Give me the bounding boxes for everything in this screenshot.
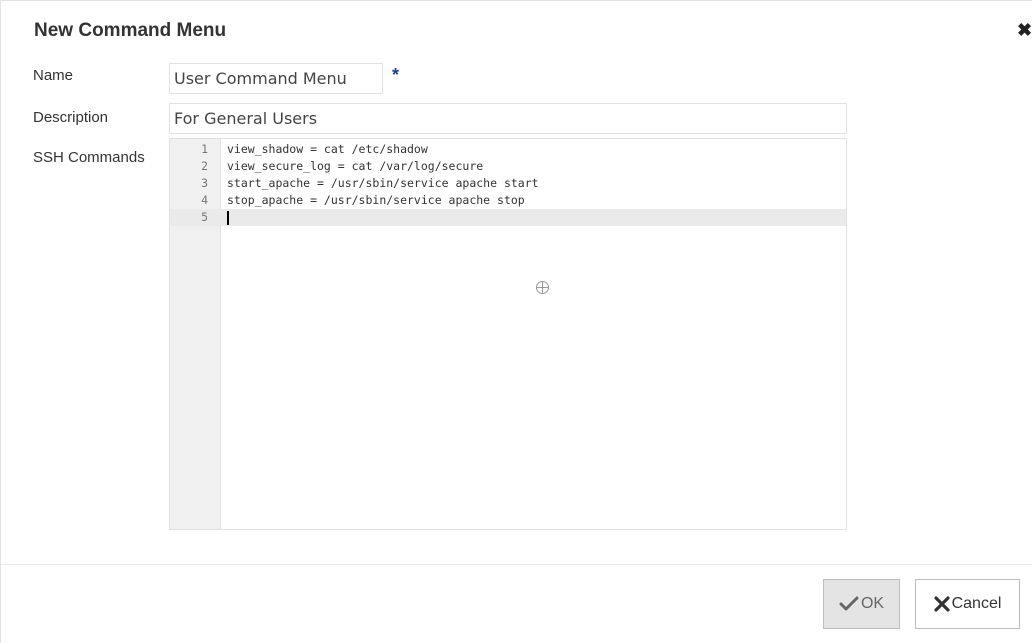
name-label: Name <box>33 67 74 84</box>
text-cursor <box>227 211 229 225</box>
ssh-commands-label: SSH Commands <box>33 149 145 166</box>
x-icon <box>933 596 950 612</box>
line-number: 4 <box>201 193 208 207</box>
code-line[interactable]: 2 view_secure_log = cat /var/log/secure <box>170 158 846 175</box>
cancel-label: Cancel <box>951 595 1002 612</box>
description-label: Description <box>33 109 109 126</box>
line-number: 3 <box>201 176 208 190</box>
line-number: 2 <box>201 159 208 173</box>
code-line[interactable]: 1 view_shadow = cat /etc/shadow <box>170 141 846 158</box>
footer-divider <box>1 564 1032 565</box>
check-icon <box>839 596 859 611</box>
ssh-commands-editor[interactable]: 1 view_shadow = cat /etc/shadow 2 view_s… <box>169 138 847 530</box>
code-line[interactable]: 5 <box>170 209 846 226</box>
line-number: 5 <box>201 210 208 224</box>
code-text: start_apache = /usr/sbin/service apache … <box>227 176 539 190</box>
command-menu-dialog: New Command Menu ✖ Name User Command Men… <box>0 0 1032 643</box>
code-line[interactable]: 4 stop_apache = /usr/sbin/service apache… <box>170 192 846 209</box>
mouse-pointer-icon <box>536 281 549 294</box>
name-field[interactable]: User Command Menu <box>169 63 383 94</box>
code-line[interactable]: 3 start_apache = /usr/sbin/service apach… <box>170 175 846 192</box>
close-icon[interactable]: ✖ <box>1017 21 1032 39</box>
code-text: stop_apache = /usr/sbin/service apache s… <box>227 193 525 207</box>
code-text: view_secure_log = cat /var/log/secure <box>227 159 484 173</box>
ok-label: OK <box>860 595 885 612</box>
required-marker: * <box>392 65 400 85</box>
line-number: 1 <box>201 142 208 156</box>
code-text: view_shadow = cat /etc/shadow <box>227 142 428 156</box>
ok-button[interactable]: OK <box>823 579 900 629</box>
dialog-title: New Command Menu <box>34 20 227 41</box>
cancel-button[interactable]: Cancel <box>915 579 1020 629</box>
description-field[interactable]: For General Users <box>169 103 847 134</box>
